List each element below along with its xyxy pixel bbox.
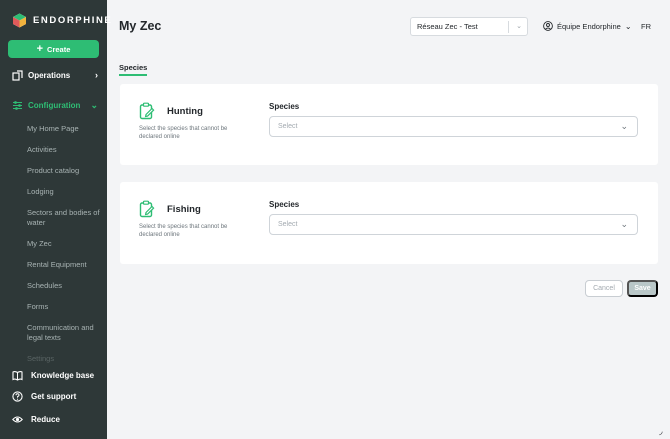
hunting-species-select[interactable]: Select ⌄ (269, 116, 638, 137)
sidebar: ENDORPHINE + Create Operations › Configu… (0, 0, 111, 439)
operations-icon (12, 70, 23, 81)
create-button[interactable]: + Create (8, 40, 99, 58)
cancel-button[interactable]: Cancel (585, 280, 623, 297)
resize-handle-icon: ◞ (659, 426, 663, 436)
page-title: My Zec (119, 19, 162, 33)
save-button[interactable]: Save (627, 280, 658, 297)
card-description: Select the species that cannot be declar… (139, 224, 228, 238)
user-circle-icon (543, 21, 553, 31)
knowledge-base-label: Knowledge base (31, 371, 95, 380)
plus-icon: + (36, 42, 44, 55)
fishing-species-select[interactable]: Select ⌄ (269, 214, 638, 235)
sidebar-subitem-sectors[interactable]: Sectors and bodies of water (27, 208, 101, 227)
sidebar-subitem-product-catalog[interactable]: Product catalog (27, 166, 101, 176)
select-placeholder: Select (278, 123, 298, 130)
network-select-value: Réseau Zec - Test (417, 22, 478, 31)
species-label: Species (269, 200, 300, 209)
sliders-icon (13, 101, 22, 110)
language-switch[interactable]: FR (641, 22, 651, 31)
species-label: Species (269, 102, 300, 111)
get-support-label: Get support (31, 392, 77, 401)
sidebar-subitem-schedules[interactable]: Schedules (27, 281, 101, 291)
select-placeholder: Select (278, 221, 298, 228)
brand-name: ENDORPHINE (33, 15, 113, 26)
chevron-down-icon: ⌄ (620, 219, 628, 229)
team-menu[interactable]: Équipe Endorphine ⌄ (543, 21, 632, 31)
card-title: Fishing (167, 204, 201, 215)
sidebar-subitem-my-zec[interactable]: My Zec (27, 239, 101, 249)
sidebar-item-reduce[interactable]: Reduce (12, 414, 60, 425)
sidebar-subitem-communication[interactable]: Communication and legal texts (27, 323, 101, 342)
chevron-down-icon: ⌄ (516, 23, 522, 30)
sidebar-subitem-lodging[interactable]: Lodging (27, 187, 101, 197)
sidebar-item-get-support[interactable]: Get support (12, 391, 76, 402)
chevron-down-icon: ⌄ (624, 21, 632, 31)
card-title: Hunting (167, 106, 203, 117)
sidebar-subitem-my-home-page[interactable]: My Home Page (27, 124, 101, 134)
hunting-card: Hunting Select the species that cannot b… (120, 84, 658, 165)
sidebar-subitem-settings[interactable]: Settings (27, 354, 101, 364)
logo[interactable]: ENDORPHINE (12, 13, 112, 28)
sidebar-item-operations[interactable]: Operations › (12, 70, 100, 81)
network-select[interactable]: Réseau Zec - Test ⌄ (410, 17, 528, 36)
sidebar-subitem-forms[interactable]: Forms (27, 302, 101, 312)
clipboard-edit-icon (139, 200, 155, 218)
sidebar-item-configuration[interactable]: Configuration ⌄ (12, 100, 100, 111)
help-icon (12, 391, 23, 402)
create-label: Create (47, 44, 71, 54)
sidebar-item-knowledge-base[interactable]: Knowledge base (12, 370, 94, 381)
eye-icon (12, 416, 23, 423)
endorphine-logo-icon (13, 13, 26, 28)
book-icon (12, 371, 23, 381)
select-divider (508, 21, 509, 33)
sidebar-item-label: Configuration (28, 101, 81, 110)
sidebar-item-label: Operations (28, 71, 71, 80)
clipboard-edit-icon (139, 102, 155, 120)
fishing-card: Fishing Select the species that cannot b… (120, 182, 658, 264)
tab-species[interactable]: Species (119, 63, 148, 76)
sidebar-subitem-activities[interactable]: Activities (27, 145, 101, 155)
card-description: Select the species that cannot be declar… (139, 126, 228, 140)
chevron-down-icon: ⌄ (90, 100, 98, 110)
chevron-down-icon: ⌄ (620, 121, 628, 131)
team-name: Équipe Endorphine (557, 21, 621, 31)
reduce-label: Reduce (31, 415, 60, 424)
sidebar-subitem-rental-equipment[interactable]: Rental Equipment (27, 260, 101, 270)
chevron-right-icon: › (95, 70, 98, 80)
